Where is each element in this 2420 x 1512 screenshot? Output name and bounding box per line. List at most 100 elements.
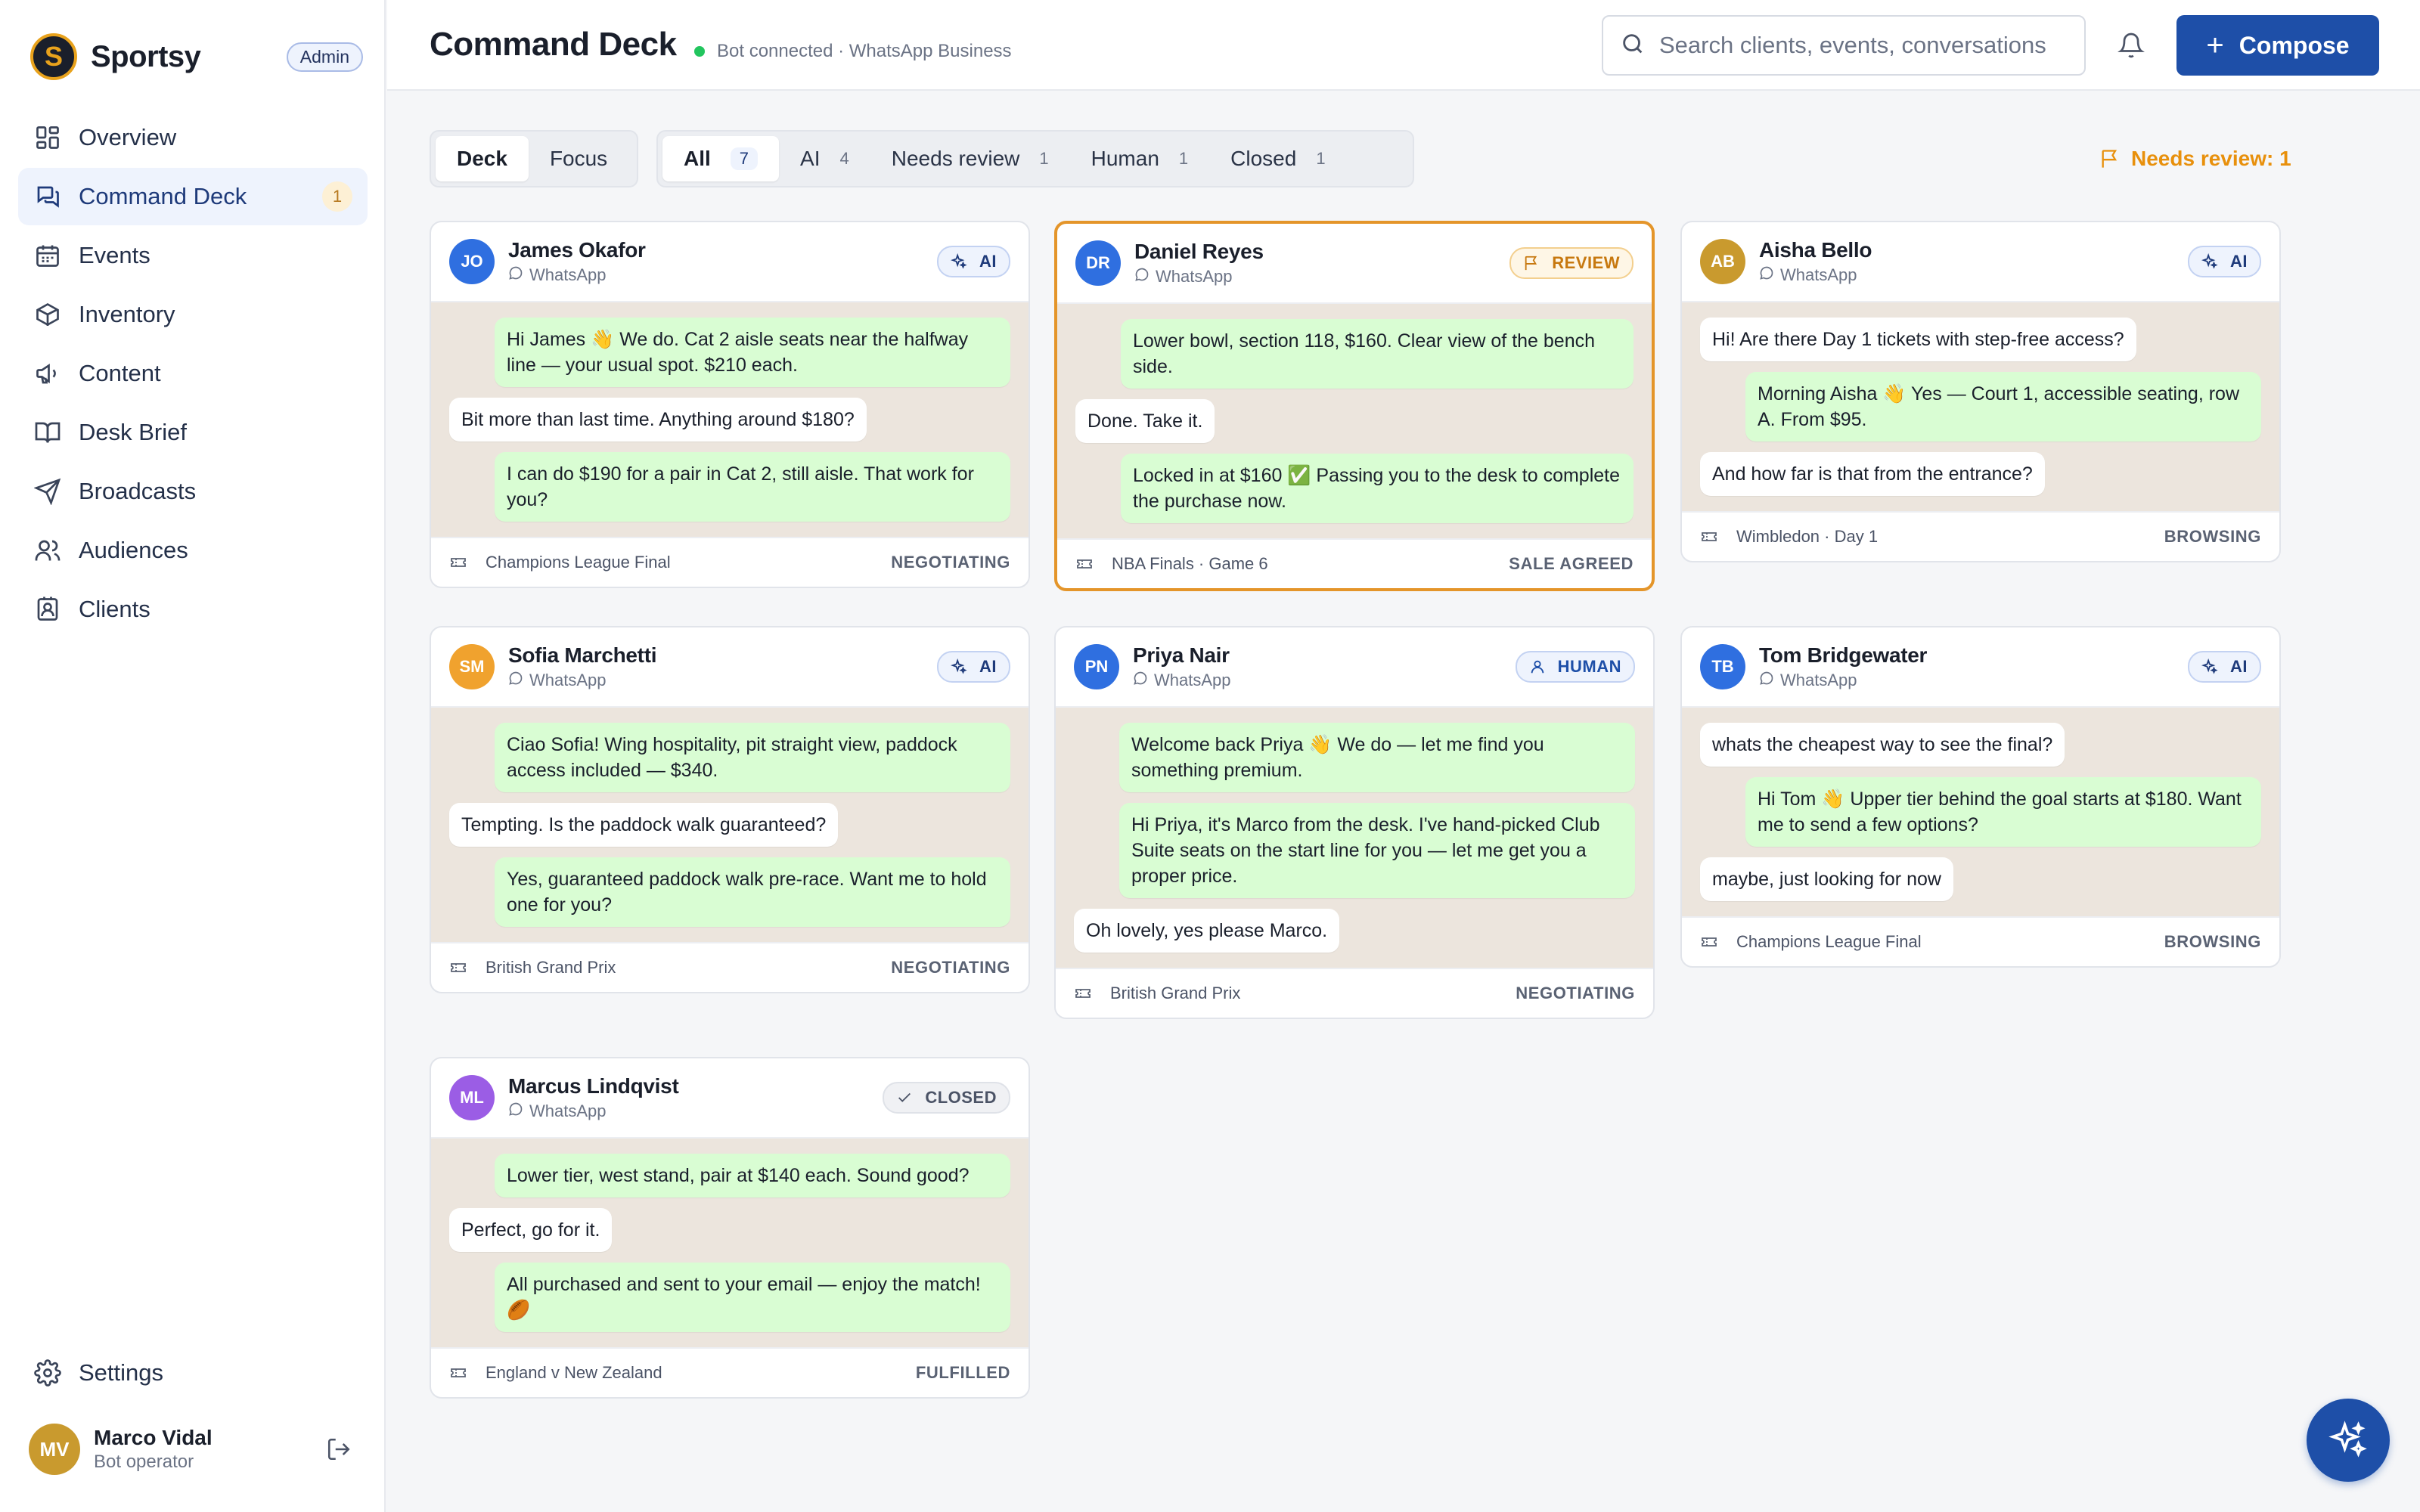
search-input[interactable] — [1659, 32, 2068, 59]
outgoing-message: Locked in at $160 ✅ Passing you to the d… — [1121, 454, 1634, 523]
flag-icon — [1523, 255, 1546, 271]
client-name: Sofia Marchetti — [508, 643, 657, 667]
sidebar-item-command-deck[interactable]: Command Deck 1 — [18, 168, 368, 225]
status-text: Bot connected · WhatsApp Business — [717, 41, 1012, 61]
flag-icon — [2102, 150, 2118, 168]
conversation-card[interactable]: ML Marcus Lindqvist WhatsApp CLOSED Lower ti… — [430, 1057, 1030, 1399]
whatsapp-icon — [508, 1101, 529, 1121]
topbar: Command Deck Bot connected · WhatsApp Bu… — [387, 0, 2420, 91]
deal-stage: NEGOTIATING — [1516, 984, 1635, 1002]
admin-badge: Admin — [286, 42, 363, 72]
view-focus-button[interactable]: Focus — [529, 136, 628, 181]
incoming-message: maybe, just looking for now — [1700, 857, 1953, 901]
status-badge: AI — [937, 651, 1010, 683]
card-header: DR Daniel Reyes WhatsApp REVIEW — [1057, 224, 1652, 304]
event-label: England v New Zealand — [449, 1363, 662, 1383]
users-icon — [33, 536, 62, 565]
ticket-icon — [1074, 984, 1101, 1002]
incoming-message: And how far is that from the entrance? — [1700, 452, 2045, 496]
check-icon — [896, 1089, 919, 1106]
sidebar-item-inventory[interactable]: Inventory — [18, 286, 368, 343]
incoming-message: Tempting. Is the paddock walk guaranteed… — [449, 803, 839, 847]
filter-tab-human[interactable]: Human 1 — [1070, 136, 1210, 181]
channel-name: WhatsApp — [529, 671, 607, 689]
channel-label: WhatsApp — [1759, 671, 1927, 690]
incoming-message: Perfect, go for it. — [449, 1208, 613, 1252]
card-header: SM Sofia Marchetti WhatsApp AI — [431, 627, 1028, 708]
status-badge: REVIEW — [1509, 247, 1634, 279]
sidebar-item-label: Inventory — [79, 301, 175, 327]
send-icon — [33, 477, 62, 506]
card-header: TB Tom Bridgewater WhatsApp AI — [1682, 627, 2279, 708]
sidebar-item-label: Content — [79, 360, 161, 386]
conversation-filters: All 7 AI 4 Needs review 1 Human 1 Closed 1 — [656, 130, 1414, 187]
incoming-message: Hi! Are there Day 1 tickets with step-fr… — [1700, 318, 2136, 361]
bell-icon[interactable] — [2114, 29, 2148, 62]
filter-tab-all[interactable]: All 7 — [662, 136, 780, 181]
event-name: Champions League Final — [1736, 932, 1922, 951]
plus-icon: + — [2206, 29, 2224, 62]
conversation-card[interactable]: AB Aisha Bello WhatsApp AI Hi! Are there Day… — [1680, 221, 2281, 562]
client-name: Aisha Bello — [1759, 238, 1872, 262]
filter-count: 1 — [1316, 149, 1326, 168]
compose-button[interactable]: + Compose — [2176, 15, 2379, 76]
whatsapp-icon — [508, 671, 529, 690]
event-label: Champions League Final — [1700, 932, 1922, 952]
card-footer: British Grand Prix NEGOTIATING — [1056, 968, 1653, 1018]
deal-stage: SALE AGREED — [1509, 554, 1634, 573]
conversation-card[interactable]: TB Tom Bridgewater WhatsApp AI whats the che… — [1680, 626, 2281, 968]
ticket-icon — [449, 553, 476, 572]
conversation-card[interactable]: JO James Okafor WhatsApp AI Hi James 👋 We do… — [430, 221, 1030, 588]
person-icon — [1529, 658, 1552, 675]
search-box[interactable] — [1602, 15, 2086, 76]
filter-count: 7 — [730, 147, 759, 170]
conversation-card[interactable]: SM Sofia Marchetti WhatsApp AI Ciao Sofia! W… — [430, 626, 1030, 993]
sidebar-item-label: Broadcasts — [79, 478, 197, 504]
sidebar-item-events[interactable]: Events — [18, 227, 368, 284]
status-badge: HUMAN — [1515, 651, 1635, 683]
badge-label: HUMAN — [1557, 657, 1621, 676]
sidebar-item-broadcasts[interactable]: Broadcasts — [18, 463, 368, 520]
filter-tab-ai[interactable]: AI 4 — [779, 136, 870, 181]
sidebar-item-desk-brief[interactable]: Desk Brief — [18, 404, 368, 461]
contact-icon — [33, 595, 62, 624]
needs-review-notice[interactable]: Needs review: 1 — [2099, 147, 2291, 171]
chat-thread: Lower tier, west stand, pair at $140 eac… — [431, 1139, 1028, 1347]
incoming-message: Done. Take it. — [1075, 399, 1215, 443]
outgoing-message: Lower bowl, section 118, $160. Clear vie… — [1121, 319, 1634, 389]
sidebar-nav: Overview Command Deck 1 Events Inventory Cont… — [18, 109, 368, 640]
avatar: MV — [29, 1424, 80, 1475]
filter-tab-needs-review[interactable]: Needs review 1 — [870, 136, 1070, 181]
search-icon — [1620, 31, 1646, 60]
sidebar-item-settings[interactable]: Settings — [18, 1344, 368, 1402]
deal-stage: FULFILLED — [915, 1363, 1010, 1382]
sidebar-item-overview[interactable]: Overview — [18, 109, 368, 166]
chat-thread: Ciao Sofia! Wing hospitality, pit straig… — [431, 708, 1028, 942]
brand[interactable]: S Sportsy Admin — [30, 32, 363, 82]
user-role: Bot operator — [94, 1452, 194, 1472]
ticket-icon — [1075, 555, 1103, 573]
bot-status: Bot connected · WhatsApp Business — [694, 41, 1012, 62]
conversation-card[interactable]: PN Priya Nair WhatsApp HUMAN Welcome back Pr… — [1054, 626, 1655, 1019]
event-name: Wimbledon · Day 1 — [1736, 527, 1879, 546]
card-footer: England v New Zealand FULFILLED — [431, 1347, 1028, 1397]
sidebar-item-audiences[interactable]: Audiences — [18, 522, 368, 579]
event-name: British Grand Prix — [486, 958, 616, 977]
channel-name: WhatsApp — [529, 265, 607, 284]
nav-count-badge: 1 — [322, 181, 352, 212]
sidebar-item-clients[interactable]: Clients — [18, 581, 368, 638]
channel-label: WhatsApp — [1133, 671, 1231, 690]
view-deck-button[interactable]: Deck — [436, 136, 529, 181]
sidebar-item-content[interactable]: Content — [18, 345, 368, 402]
assistant-fab[interactable] — [2307, 1399, 2390, 1482]
logout-icon[interactable] — [324, 1434, 354, 1464]
deal-stage: BROWSING — [2164, 932, 2261, 951]
calendar-icon — [33, 241, 62, 270]
deal-stage: NEGOTIATING — [891, 958, 1010, 977]
conversation-card[interactable]: DR Daniel Reyes WhatsApp REVIEW Lower bowl, … — [1054, 221, 1655, 591]
avatar: DR — [1075, 240, 1121, 286]
channel-name: WhatsApp — [1780, 265, 1857, 284]
filter-tab-closed[interactable]: Closed 1 — [1209, 136, 1346, 181]
filter-label: AI — [800, 147, 821, 170]
channel-label: WhatsApp — [508, 671, 656, 690]
